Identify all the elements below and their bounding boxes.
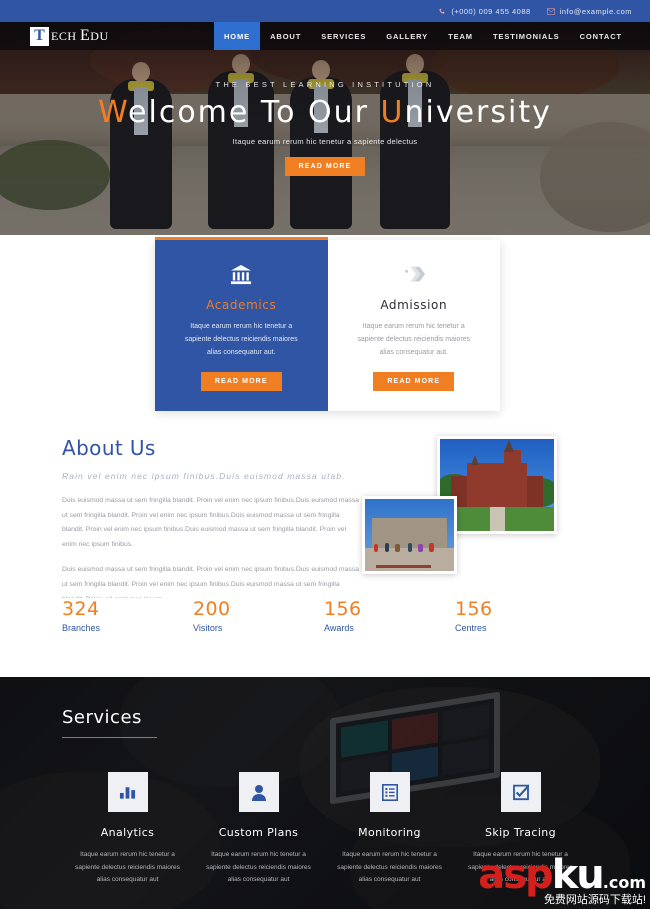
service-monitoring-text: Itaque earum rerum hic tenetur a sapient… [337, 851, 442, 884]
topbar-phone[interactable]: (+000) 009 455 4088 [439, 7, 530, 16]
bar-chart-icon [107, 772, 148, 812]
logo-initial-box: T [30, 26, 49, 46]
card-academics-read-more-button[interactable]: READ MORE [200, 371, 282, 391]
stat-centres-label: Centres [455, 623, 487, 633]
stat-visitors-label: Visitors [193, 623, 223, 633]
about-text-column: About Us Rain vel enim nec ipsum finibus… [62, 436, 362, 618]
nav-item-team[interactable]: TEAM [438, 22, 483, 50]
bank-icon [177, 262, 306, 288]
page-root: (+000) 009 455 4088 info@example.com T E… [0, 0, 650, 909]
logo-wordmark: ECH EDU [51, 27, 109, 45]
watermark-asp: asp [478, 851, 553, 898]
campus-students-photo [362, 496, 457, 574]
main-navbar: T ECH EDU HOME ABOUT SERVICES GALLERY TE… [0, 22, 650, 50]
hero-title-w: W [98, 95, 129, 130]
stat-awards-label: Awards [324, 623, 354, 633]
hero-content: THE BEST LEARNING INSTITUTION Welcome To… [0, 80, 650, 176]
stat-centres-number: 156 [455, 598, 493, 620]
service-analytics-text: Itaque earum rerum hic tenetur a sapient… [75, 851, 180, 884]
stat-awards: 156 Awards [324, 598, 455, 633]
hero-title-u: U [380, 95, 405, 130]
stat-centres: 156 Centres [455, 598, 586, 633]
feature-cards: Academics Itaque earum rerum hic tenetur… [155, 237, 500, 411]
envelope-icon [546, 8, 555, 15]
hero-kicker: THE BEST LEARNING INSTITUTION [215, 80, 435, 89]
card-admission-title: Admission [380, 298, 448, 312]
phone-icon [439, 7, 446, 15]
user-icon [238, 772, 279, 812]
stats-section: 324 Branches 200 Visitors 156 Awards 156… [0, 598, 650, 676]
nav-item-home[interactable]: HOME [213, 22, 261, 50]
card-admission-text: Itaque earum rerum hic tenetur a sapient… [357, 323, 471, 356]
top-contact-bar: (+000) 009 455 4088 info@example.com [0, 0, 650, 22]
card-academics[interactable]: Academics Itaque earum rerum hic tenetur… [155, 237, 328, 411]
about-tagline: Rain vel enim nec ipsum finibus.Duis eui… [62, 471, 346, 481]
services-heading: Services [62, 707, 157, 738]
hero-section: T ECH EDU HOME ABOUT SERVICES GALLERY TE… [0, 22, 650, 235]
stat-branches-label: Branches [62, 623, 101, 633]
service-monitoring[interactable]: Monitoring Itaque earum rerum hic tenetu… [324, 772, 455, 887]
stat-branches-number: 324 [62, 598, 100, 620]
stat-visitors-number: 200 [193, 598, 231, 620]
list-icon [369, 772, 410, 812]
stat-awards-number: 156 [324, 598, 362, 620]
logo-text-ech: ECH [51, 29, 80, 43]
nav-item-contact[interactable]: CONTACT [570, 22, 632, 50]
topbar-email-text: info@example.com [559, 6, 632, 16]
nav-item-about[interactable]: ABOUT [260, 22, 311, 50]
watermark-logo: aspku.com [478, 855, 646, 895]
card-admission[interactable]: Admission Itaque earum rerum hic tenetur… [327, 240, 500, 411]
service-custom-plans-title: Custom Plans [218, 826, 299, 839]
hero-title-mid2: niversity [404, 95, 552, 130]
about-paragraph-1: Duis euismod massa ut sem fringilla blan… [62, 497, 359, 548]
card-academics-text: Itaque earum rerum hic tenetur a sapient… [184, 323, 298, 356]
about-image-group [362, 436, 588, 586]
card-admission-read-more-button[interactable]: READ MORE [373, 371, 455, 391]
service-custom-plans-text: Itaque earum rerum hic tenetur a sapient… [206, 851, 311, 884]
nav-item-gallery[interactable]: GALLERY [376, 22, 438, 50]
service-skip-tracing-title: Skip Tracing [484, 826, 557, 839]
hero-subtitle: Itaque earum rerum hic tenetur a sapient… [232, 137, 418, 146]
nav-item-testimonials[interactable]: TESTIMONIALS [483, 22, 570, 50]
logo-text-e: E [80, 27, 91, 44]
service-custom-plans[interactable]: Custom Plans Itaque earum rerum hic tene… [193, 772, 324, 887]
check-square-icon [500, 772, 541, 812]
hero-title-mid1: elcome To Our [128, 95, 381, 130]
about-heading: About Us [62, 436, 156, 460]
service-monitoring-title: Monitoring [358, 826, 421, 839]
tags-icon [350, 262, 479, 288]
logo-text-du: DU [90, 29, 109, 43]
watermark-dotcom: .com [602, 872, 646, 892]
hero-read-more-button[interactable]: READ MORE [284, 157, 366, 176]
nav-menu: HOME ABOUT SERVICES GALLERY TEAM TESTIMO… [213, 22, 650, 50]
stat-visitors: 200 Visitors [193, 598, 324, 633]
stat-branches: 324 Branches [62, 598, 193, 633]
service-analytics[interactable]: Analytics Itaque earum rerum hic tenetur… [62, 772, 193, 887]
topbar-email[interactable]: info@example.com [546, 6, 632, 16]
hero-title: Welcome To Our University [0, 96, 650, 129]
service-analytics-title: Analytics [100, 826, 155, 839]
topbar-phone-text: (+000) 009 455 4088 [451, 6, 531, 16]
site-watermark: aspku.com 免费网站源码下载站! [478, 855, 646, 907]
nav-item-services[interactable]: SERVICES [311, 22, 376, 50]
site-logo[interactable]: T ECH EDU [0, 22, 109, 50]
card-academics-title: Academics [206, 298, 277, 312]
